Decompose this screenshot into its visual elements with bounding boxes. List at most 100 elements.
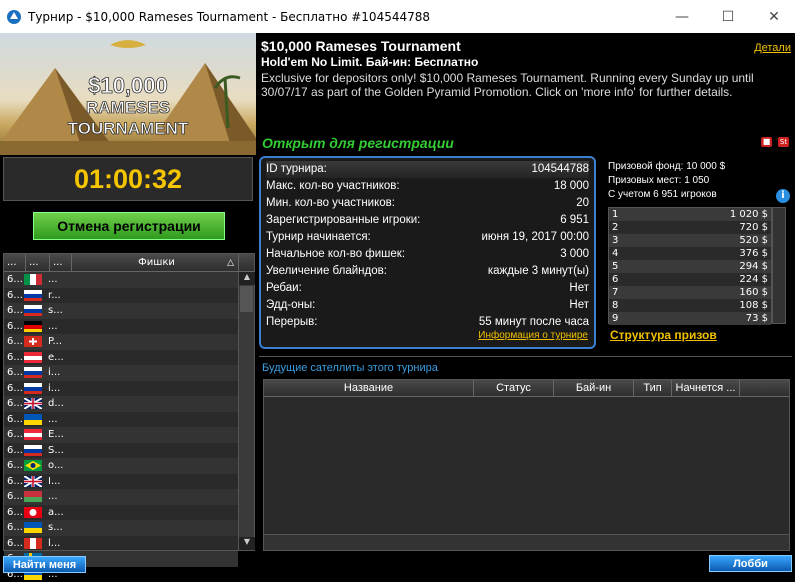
info-icon[interactable]: i (776, 189, 790, 203)
prize-amount: 73 $ (746, 312, 768, 325)
table-row[interactable]: 6... i... (4, 381, 238, 397)
sat-col-start[interactable]: Начнется ... (672, 380, 740, 396)
table-row[interactable]: 6... d... (4, 396, 238, 412)
country-flag-icon (24, 367, 48, 378)
info-label: Начальное кол-во фишек: (266, 246, 405, 263)
player-rank: 6... (4, 274, 24, 285)
table-row[interactable]: 6... E... (4, 427, 238, 443)
info-value: Нет (569, 297, 589, 314)
sort-ascending-icon: △ (227, 254, 234, 272)
table-row[interactable]: 6... I... (4, 474, 238, 490)
player-name: s... (48, 305, 66, 316)
table-row[interactable]: 6... ... (4, 272, 238, 288)
prize-place: 1 (612, 208, 618, 221)
info-label: Ребаи: (266, 280, 302, 297)
table-row[interactable]: 6... r... (4, 288, 238, 304)
prize-amount: 1 020 $ (730, 208, 768, 221)
col-country-header[interactable]: ... (26, 254, 50, 271)
players-scrollbar[interactable]: ▲ ▼ (238, 272, 254, 550)
player-name: i... (48, 367, 66, 378)
prize-row: 1 1 020 $ (609, 208, 771, 221)
players-rows: 6... ...6... r...6... s...6... ...6... P… (4, 272, 254, 582)
registration-status: Открыт для регистрации (262, 135, 454, 151)
prize-scrollbar[interactable] (772, 207, 786, 324)
player-rank: 6... (4, 460, 24, 471)
player-name: o... (48, 460, 66, 471)
table-row[interactable]: 6... ... (4, 319, 238, 335)
tournament-info-panel: ID турнира:104544788Макс. кол-во участни… (259, 156, 596, 349)
col-name-header[interactable]: ... (50, 254, 72, 271)
info-label: Турнир начинается: (266, 229, 371, 246)
maximize-button[interactable]: ☐ (705, 0, 751, 33)
prize-structure-link[interactable]: Структура призов (610, 328, 717, 342)
table-row[interactable]: 6... o... (4, 458, 238, 474)
player-name: P... (48, 336, 66, 347)
table-row[interactable]: 6... ... (4, 412, 238, 428)
player-name: e... (48, 352, 66, 363)
satellites-horizontal-scrollbar[interactable] (264, 534, 789, 550)
player-name: E... (48, 429, 66, 440)
country-flag-icon (24, 460, 48, 471)
table-row[interactable]: 6... ... (4, 489, 238, 505)
player-rank: 6... (4, 367, 24, 378)
prize-amount: 376 $ (739, 247, 768, 260)
player-rank: 6... (4, 352, 24, 363)
player-rank: 6... (4, 429, 24, 440)
find-me-button[interactable]: Найти меня (3, 556, 86, 573)
prize-places: Призовых мест: 1 050 (604, 174, 792, 188)
info-row: Увеличение блайндов:каждые 3 минут(ы) (266, 263, 589, 280)
tournament-info-link[interactable]: Информация о турнире (478, 330, 588, 341)
player-name: i... (48, 383, 66, 394)
country-flag-icon (24, 274, 48, 285)
chips-header-label: Фишки (138, 257, 175, 268)
player-rank: 6... (4, 414, 24, 425)
info-row: Зарегистрированные игроки: 6 951 (266, 212, 589, 229)
table-row[interactable]: 6... e... (4, 350, 238, 366)
info-value: 18 000 (554, 178, 589, 195)
col-chips-header[interactable]: Фишки △ (72, 254, 239, 271)
table-row[interactable]: 6... i... (4, 365, 238, 381)
table-row[interactable]: 6... P... (4, 334, 238, 350)
table-row[interactable]: 6... s... (4, 520, 238, 536)
info-value: июня 19, 2017 00:00 (481, 229, 589, 246)
sat-col-status[interactable]: Статус (474, 380, 554, 396)
col-rank-header[interactable]: ... (4, 254, 26, 271)
info-label: Макс. кол-во участников: (266, 178, 400, 195)
player-rank: 6... (4, 538, 24, 549)
scroll-thumb[interactable] (240, 286, 253, 312)
close-button[interactable]: ✕ (751, 0, 795, 33)
info-value: 6 951 (560, 212, 589, 229)
table-row[interactable]: 6... S... (4, 443, 238, 459)
info-label: ID турнира: (266, 161, 327, 178)
player-name: d... (48, 398, 66, 409)
player-rank: 6... (4, 445, 24, 456)
countdown-timer: 01:00:32 (3, 157, 253, 201)
info-label: Зарегистрированные игроки: (266, 212, 420, 229)
lobby-button[interactable]: Лобби (709, 555, 792, 572)
st-badge-icon: St (778, 137, 789, 147)
sat-col-name[interactable]: Название (264, 380, 474, 396)
table-row[interactable]: 6... l... (4, 536, 238, 552)
country-flag-icon (24, 352, 48, 363)
prize-panel: Призовой фонд: 10 000 $ Призовых мест: 1… (604, 156, 792, 349)
table-row[interactable]: 6... s... (4, 303, 238, 319)
scroll-down-icon[interactable]: ▼ (239, 537, 255, 550)
country-flag-icon (24, 522, 48, 533)
details-link[interactable]: Детали (754, 42, 791, 54)
prize-place: 3 (612, 234, 618, 247)
sat-col-type[interactable]: Тип (634, 380, 672, 396)
cancel-registration-button[interactable]: Отмена регистрации (33, 212, 225, 240)
player-rank: 6... (4, 305, 24, 316)
player-name: s... (48, 522, 66, 533)
sat-col-buyin[interactable]: Бай-ин (554, 380, 634, 396)
scroll-up-icon[interactable]: ▲ (239, 272, 255, 285)
minimize-button[interactable]: — (659, 0, 705, 33)
player-name: ... (48, 274, 66, 285)
info-value: 20 (576, 195, 589, 212)
country-flag-icon (24, 305, 48, 316)
country-flag-icon (24, 290, 48, 301)
country-flag-icon (24, 414, 48, 425)
player-name: I... (48, 476, 66, 487)
table-row[interactable]: 6... a... (4, 505, 238, 521)
info-value: 55 минут после часа (479, 314, 589, 331)
